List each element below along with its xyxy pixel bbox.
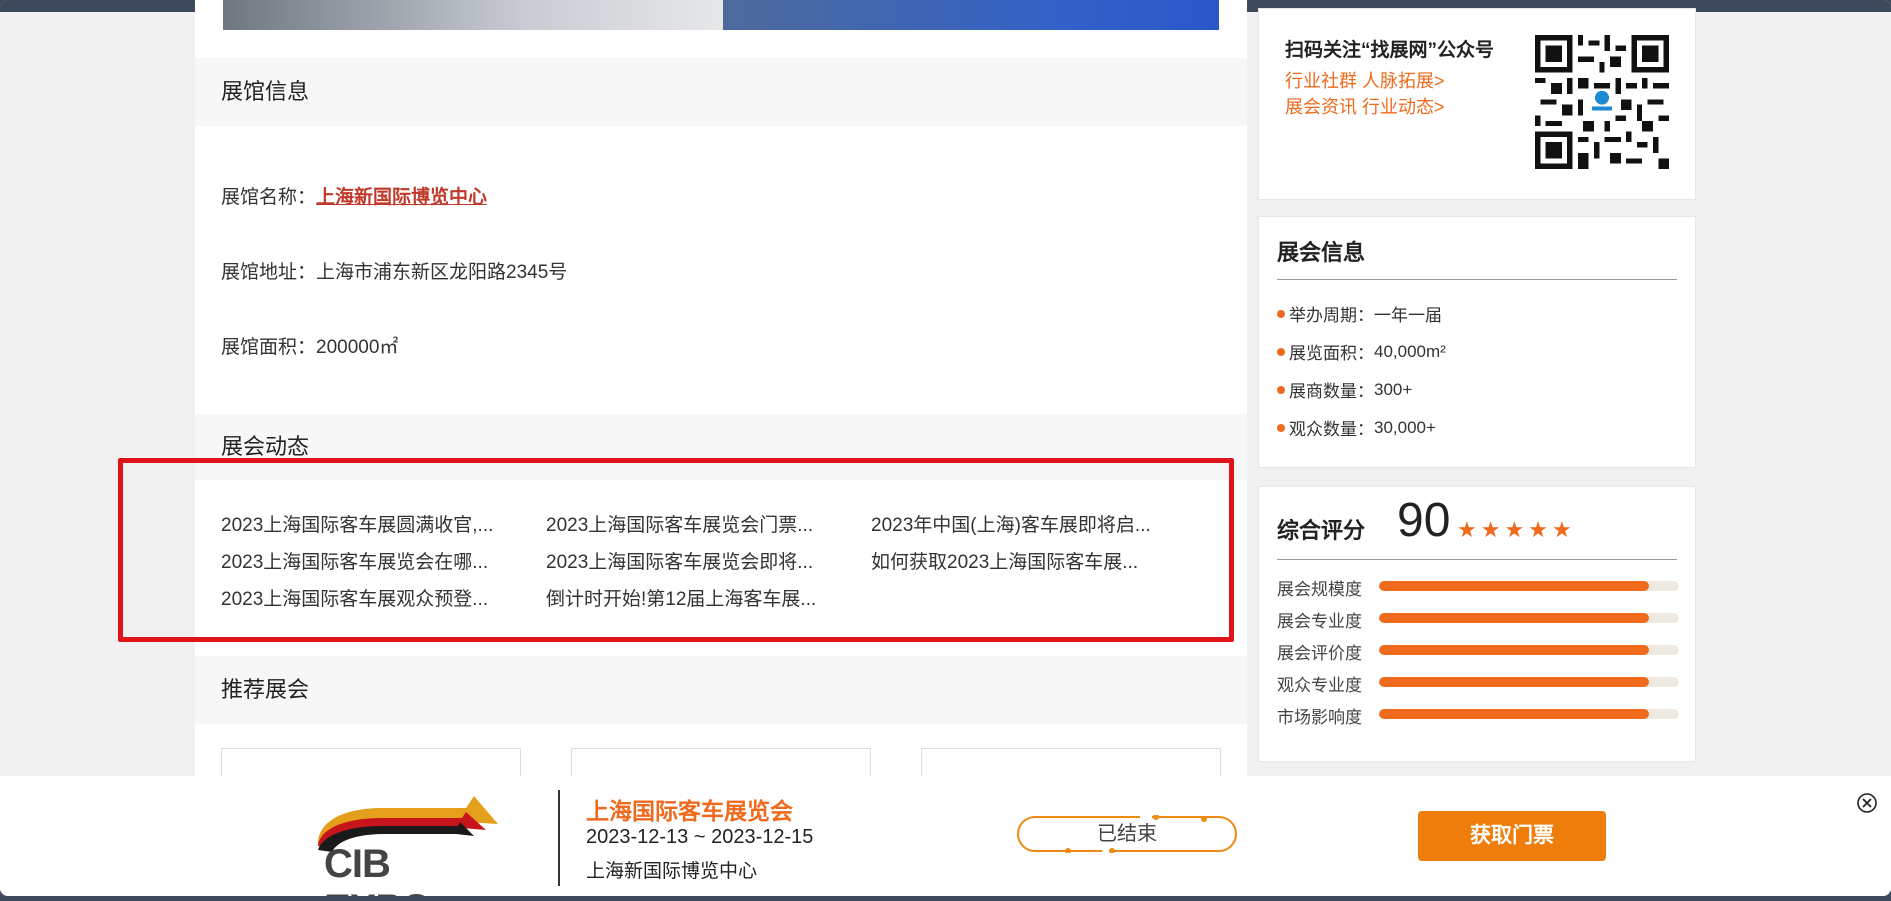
bullet-icon: [1277, 309, 1285, 318]
rating-bar: [1379, 645, 1679, 655]
fact-cycle: 举办周期： 一年一届: [1277, 301, 1442, 326]
fact-value: 一年一届: [1374, 306, 1442, 325]
fact-label: 观众数量：: [1289, 420, 1374, 439]
star-icon: ★: [1480, 517, 1501, 542]
qr-text-block: 扫码关注“找展网”公众号 行业社群 人脉拓展> 展会资讯 行业动态>: [1285, 35, 1545, 120]
qr-title: 扫码关注“找展网”公众号: [1285, 40, 1495, 61]
venue-address-row: 展馆地址：上海市浦东新区龙阳路2345号: [221, 257, 567, 284]
venue-photo-left: [223, 0, 723, 30]
venue-address-label: 展馆地址：: [221, 262, 317, 283]
rating-label: 市场影响度: [1277, 708, 1362, 727]
rating-bar-fill: [1379, 613, 1649, 623]
venue-area-value: 200000㎡: [316, 337, 399, 358]
star-icon: ★: [1551, 517, 1572, 542]
star-rating: ★ ★ ★ ★ ★: [1457, 517, 1572, 543]
rating-label: 观众专业度: [1277, 676, 1362, 695]
star-icon: ★: [1504, 517, 1525, 542]
venue-name-row: 展馆名称：上海新国际博览中心: [221, 182, 487, 209]
venue-photo-right: [723, 0, 1219, 30]
venue-section-heading: 展馆信息: [195, 58, 1247, 126]
rating-bar-fill: [1379, 581, 1649, 591]
fact-value: 30,000+: [1374, 417, 1436, 437]
rating-bar: [1379, 581, 1679, 591]
fact-area: 展览面积： 40,000m²: [1277, 339, 1446, 364]
main-column: 展馆信息 展馆名称：上海新国际博览中心 展馆地址：上海市浦东新区龙阳路2345号…: [195, 0, 1247, 809]
venue-name-label: 展馆名称：: [221, 187, 317, 208]
page: 展馆信息 展馆名称：上海新国际博览中心 展馆地址：上海市浦东新区龙阳路2345号…: [0, 0, 1891, 896]
fact-visitors: 观众数量： 30,000+: [1277, 415, 1436, 440]
rating-label: 展会专业度: [1277, 612, 1362, 631]
score-panel: 综合评分 90 ★ ★ ★ ★ ★ 展会规模度 展会专业度 展会评价度 观众专业…: [1258, 486, 1696, 762]
recommend-section-heading: 推荐展会: [195, 656, 1247, 724]
bullet-icon: [1277, 385, 1285, 394]
fact-exhibitors: 展商数量： 300+: [1277, 377, 1412, 402]
venue-address-value: 上海市浦东新区龙阳路2345号: [316, 262, 568, 283]
divider: [558, 790, 560, 886]
rating-label: 展会规模度: [1277, 580, 1362, 599]
expo-sticky-bar: CIB EXPO 上海国际客车展览会 2023-12-13 ~ 2023-12-…: [0, 776, 1891, 896]
star-icon: ★: [1528, 517, 1548, 542]
status-badge: 已结束: [1016, 814, 1238, 854]
status-text: 已结束: [1097, 823, 1157, 845]
rating-label: 展会评价度: [1277, 644, 1362, 663]
fact-value: 300+: [1374, 379, 1413, 399]
expo-name: 上海国际客车展览会: [586, 798, 793, 824]
fact-label: 展商数量：: [1289, 382, 1374, 401]
close-icon[interactable]: [1856, 792, 1878, 814]
rating-bar-fill: [1379, 645, 1649, 655]
news-link[interactable]: 展会资讯 行业动态>: [1285, 94, 1545, 120]
score-value: 90: [1397, 494, 1451, 547]
expo-dates: 2023-12-13 ~ 2023-12-15: [586, 826, 814, 848]
venue-area-row: 展馆面积：200000㎡: [221, 332, 398, 359]
bullet-icon: [1277, 347, 1285, 356]
expo-info-panel: 展会信息 举办周期： 一年一届 展览面积： 40,000m² 展商数量： 300+ 观…: [1258, 216, 1696, 468]
rating-bar-fill: [1379, 709, 1649, 719]
venue-name-link[interactable]: 上海新国际博览中心: [316, 187, 487, 208]
expo-venue: 上海新国际博览中心: [586, 861, 758, 882]
qr-follow-panel: 扫码关注“找展网”公众号 行业社群 人脉拓展> 展会资讯 行业动态>: [1258, 8, 1696, 200]
logo-text: CIB EXPO: [324, 842, 432, 896]
star-icon: ★: [1457, 517, 1477, 542]
rating-bar: [1379, 677, 1679, 687]
expo-info-title: 展会信息: [1277, 240, 1366, 265]
rating-bar: [1379, 709, 1679, 719]
divider: [1277, 559, 1677, 560]
bullet-icon: [1277, 423, 1285, 432]
fact-label: 展览面积：: [1289, 344, 1374, 363]
get-ticket-button[interactable]: 获取门票: [1418, 811, 1606, 861]
news-highlight-box: [118, 458, 1234, 642]
fact-value: 40,000m²: [1374, 341, 1446, 361]
cib-expo-logo: CIB EXPO: [316, 794, 500, 896]
rating-bar: [1379, 613, 1679, 623]
fact-label: 举办周期：: [1289, 306, 1374, 325]
divider: [1277, 279, 1677, 280]
score-title: 综合评分: [1277, 518, 1366, 543]
venue-photo-strip: [223, 0, 1219, 30]
community-link[interactable]: 行业社群 人脉拓展>: [1285, 68, 1545, 94]
venue-area-label: 展馆面积：: [221, 337, 317, 358]
qr-code-icon: [1535, 35, 1669, 169]
rating-bar-fill: [1379, 677, 1649, 687]
